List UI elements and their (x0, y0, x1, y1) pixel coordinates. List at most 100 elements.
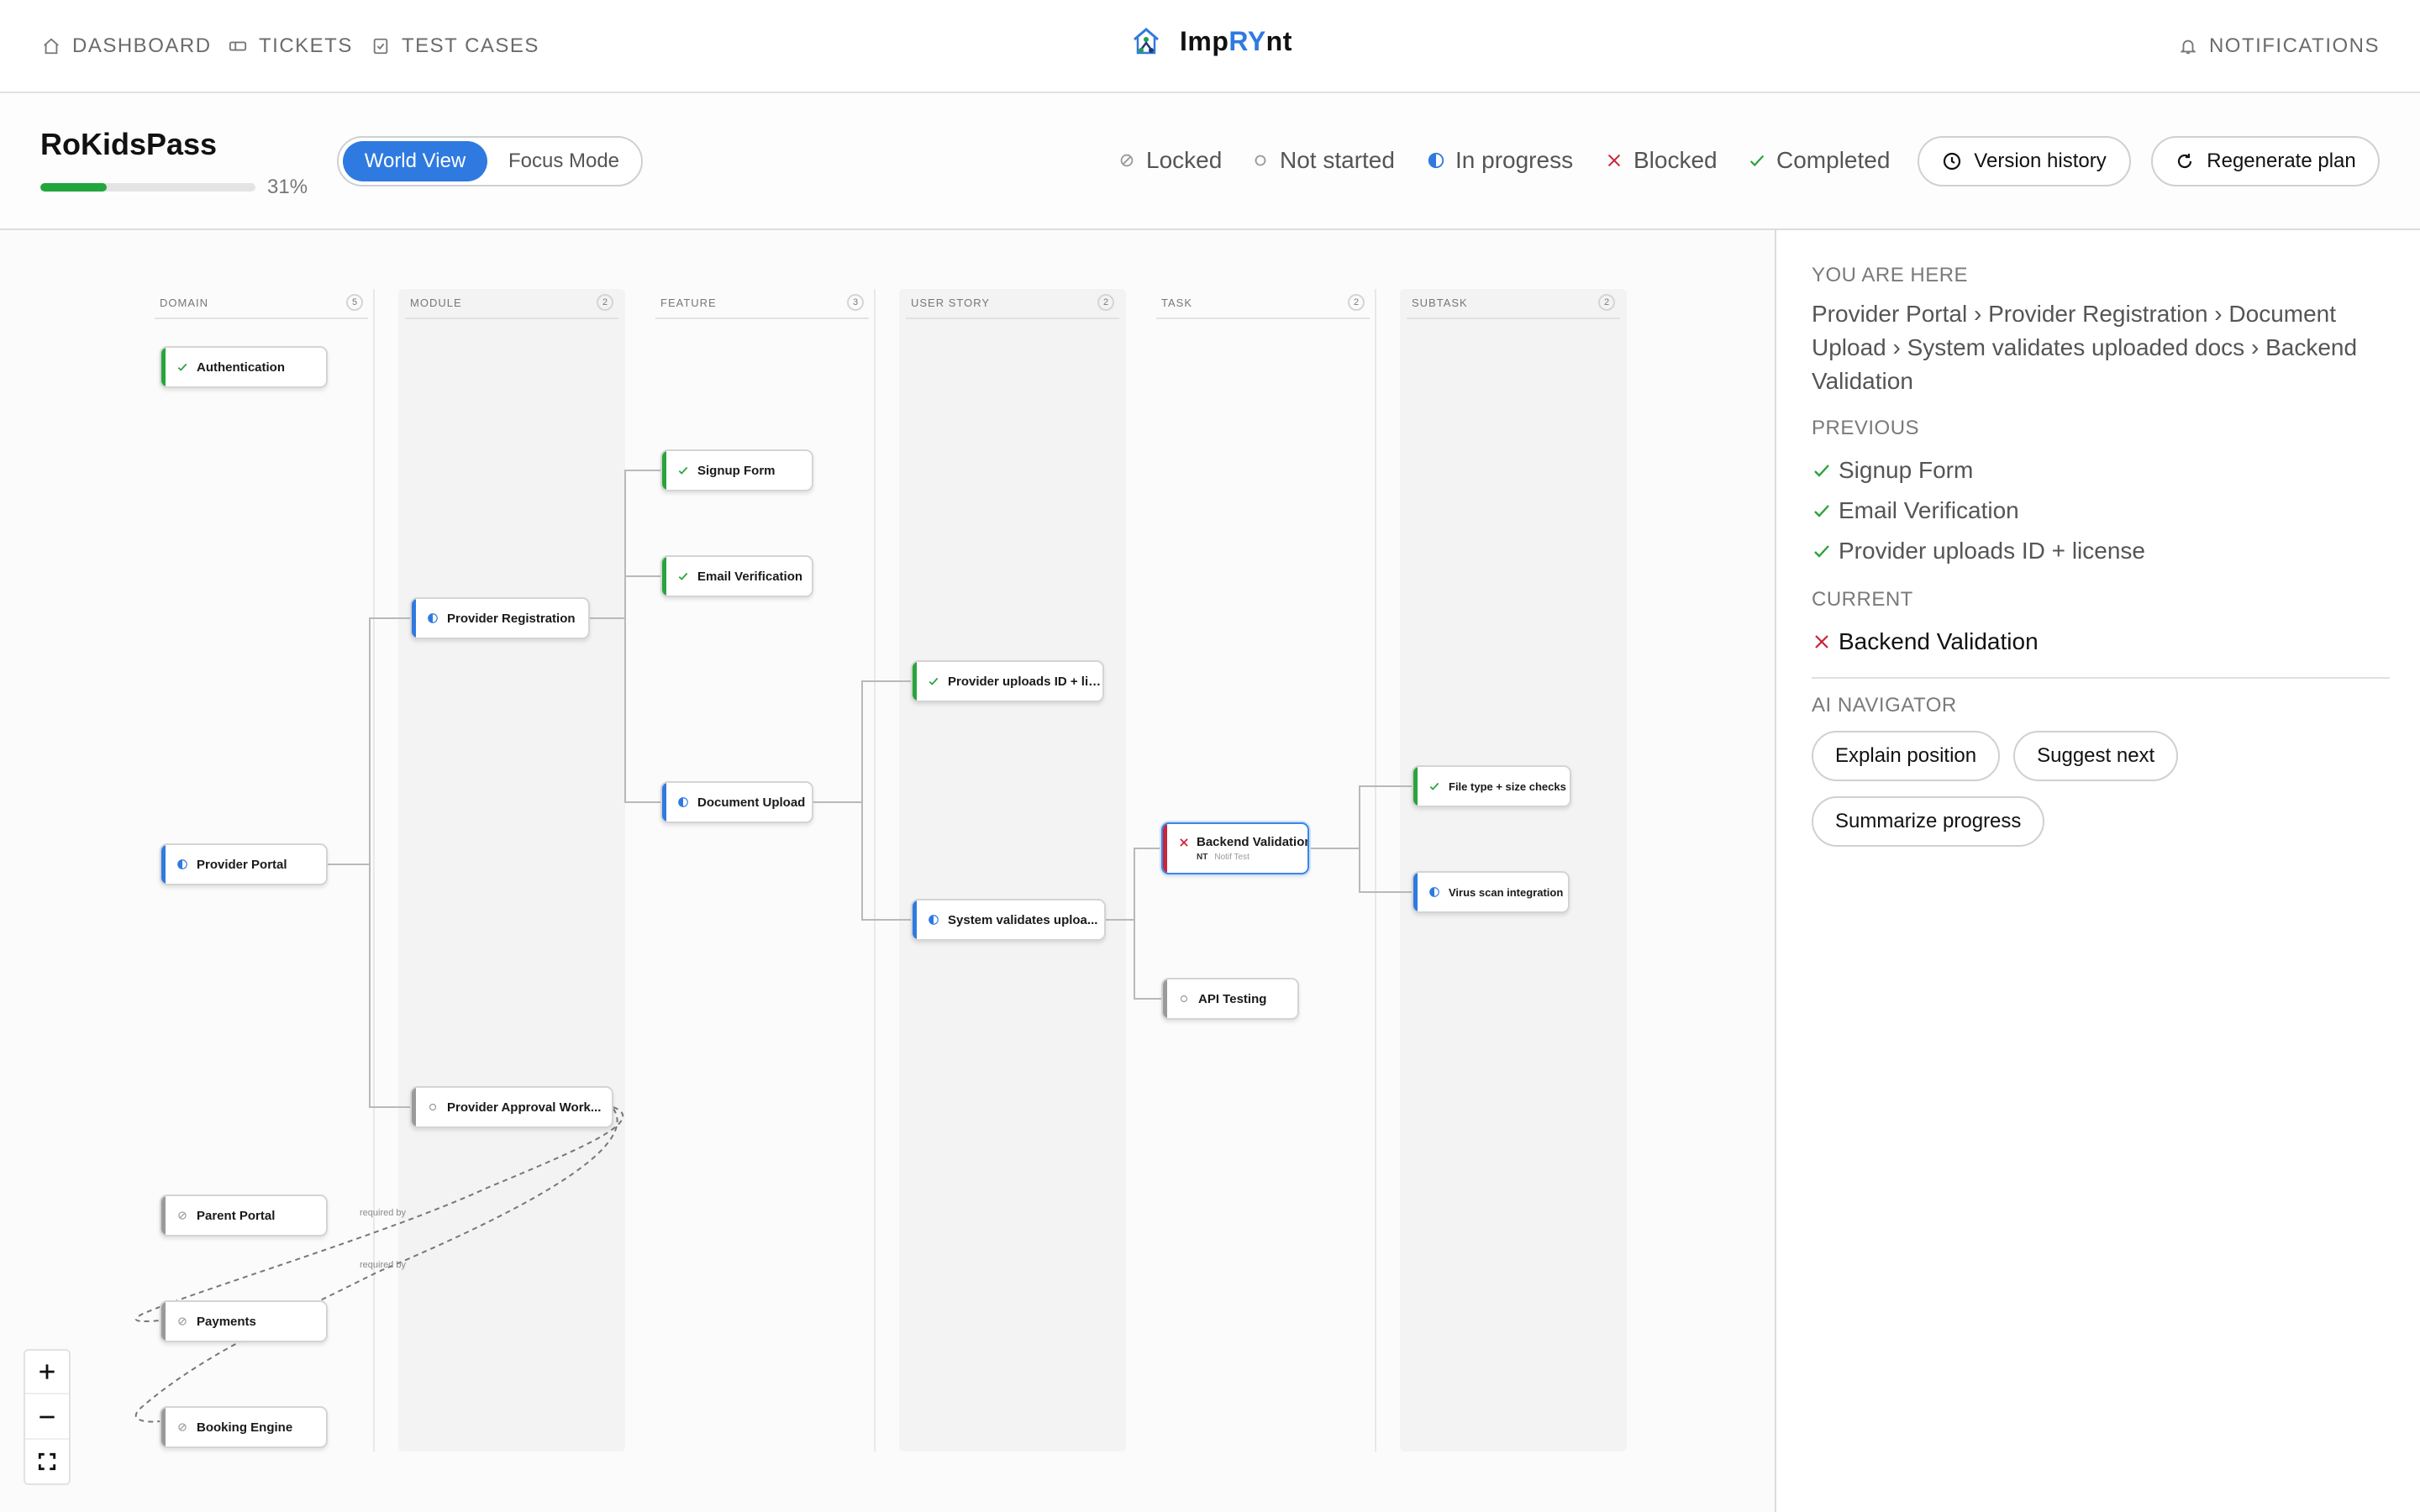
fullscreen-icon (38, 1452, 56, 1471)
world-view-button[interactable]: World View (343, 141, 487, 181)
regenerate-plan-button[interactable]: Regenerate plan (2151, 136, 2380, 186)
clipboard-check-icon (373, 38, 388, 55)
nav-notifications-label: NOTIFICATIONS (2208, 34, 2380, 57)
node-label: System validates uploa... (948, 912, 1098, 927)
brand-highlight: RY (1228, 25, 1266, 56)
nav-dashboard[interactable]: DASHBOARD (42, 32, 212, 60)
node-parent-portal[interactable]: Parent Portal (160, 1194, 328, 1236)
previous-item[interactable]: Email Verification (1812, 491, 2386, 531)
check-icon (1814, 465, 1829, 477)
current-list: Backend Validation (1812, 622, 2386, 662)
node-email-verification[interactable]: Email Verification (660, 555, 813, 597)
bell-icon (2180, 39, 2196, 55)
node-label: Email Verification (697, 569, 803, 584)
version-history-label: Version history (1974, 150, 2107, 172)
edge-label-required-by: required by (360, 1260, 407, 1270)
not-started-icon (1255, 155, 1266, 166)
project-header: RoKidsPass 31% World View Focus Mode Loc… (0, 93, 2420, 230)
previous-heading: PREVIOUS (1812, 417, 1920, 439)
node-signup-form[interactable]: Signup Form (660, 449, 813, 491)
brand-logo[interactable]: ImpRYnt (1129, 22, 1292, 60)
locked-icon (178, 1211, 187, 1220)
summarize-progress-button[interactable]: Summarize progress (1812, 796, 2045, 847)
home-icon (44, 38, 59, 55)
nav-notifications[interactable]: NOTIFICATIONS (2179, 32, 2380, 60)
node-label: Provider Portal (197, 857, 287, 872)
legend-in-progress: In progress (1427, 145, 1573, 176)
assignee-name: Notif Test (1214, 853, 1249, 862)
regenerate-plan-label: Regenerate plan (2207, 150, 2356, 172)
check-icon (929, 677, 939, 685)
node-label: Backend Validation (1197, 835, 1309, 849)
assignee-initials: NT (1197, 853, 1208, 862)
node-payments[interactable]: Payments (160, 1300, 328, 1342)
fit-view-button[interactable] (25, 1440, 69, 1483)
focus-mode-button[interactable]: Focus Mode (492, 141, 636, 181)
node-provider-registration[interactable]: Provider Registration (410, 597, 590, 639)
node-provider-portal[interactable]: Provider Portal (160, 843, 328, 885)
panel-divider (1812, 677, 2390, 679)
node-api-testing[interactable]: API Testing (1161, 978, 1299, 1020)
legend-not-started: Not started (1251, 145, 1395, 176)
zoom-out-button[interactable] (25, 1396, 69, 1440)
project-title: RoKidsPass (40, 127, 218, 161)
edge-portal-approval (369, 864, 412, 1108)
node-document-upload[interactable]: Document Upload (660, 781, 813, 823)
previous-item-label: Email Verification (1839, 497, 2019, 523)
in-progress-icon (1428, 152, 1444, 169)
previous-item[interactable]: Signup Form (1812, 450, 2386, 491)
ai-actions: Explain position Suggest next Summarize … (1812, 731, 2249, 847)
node-label: Authentication (197, 360, 285, 375)
blocked-icon (1815, 635, 1828, 648)
check-icon (678, 572, 688, 580)
locked-icon (1120, 154, 1134, 167)
node-authentication[interactable]: Authentication (160, 346, 328, 388)
edge-portal-registration (328, 617, 412, 865)
check-icon (177, 363, 187, 371)
suggest-next-button[interactable]: Suggest next (2013, 731, 2179, 781)
version-history-button[interactable]: Version history (1918, 136, 2131, 186)
legend-locked: Locked (1118, 145, 1222, 176)
current-heading: CURRENT (1812, 588, 1913, 611)
legend-blocked-label: Blocked (1634, 147, 1718, 173)
brand-name: ImpRYnt (1180, 26, 1292, 57)
legend-in-progress-label: In progress (1455, 147, 1574, 173)
edge-backend-virus (1359, 848, 1413, 893)
in-progress-icon (678, 797, 688, 807)
clock-icon (1944, 152, 1961, 171)
current-item[interactable]: Backend Validation (1812, 622, 2386, 662)
blocked-icon (1180, 837, 1188, 847)
node-system-validates-uploaded-docs[interactable]: System validates uploa... (911, 899, 1106, 941)
node-file-type-size-checks[interactable]: File type + size checks (1412, 765, 1571, 807)
explain-position-button[interactable]: Explain position (1812, 731, 2001, 781)
node-title-row: Backend Validation (1178, 835, 1309, 849)
node-booking-engine[interactable]: Booking Engine (160, 1406, 328, 1448)
in-progress-icon (428, 613, 438, 623)
node-provider-approval-workflow[interactable]: Provider Approval Work... (410, 1086, 613, 1128)
node-label: Booking Engine (197, 1420, 293, 1435)
not-started-icon (429, 1103, 437, 1111)
brand-suffix: nt (1265, 25, 1292, 56)
plan-canvas[interactable]: DOMAIN 5 MODULE 2 FEATURE 3 USER STORY 2… (0, 230, 1775, 1512)
node-label: Signup Form (697, 463, 776, 478)
node-virus-scan-integration[interactable]: Virus scan integration (1412, 871, 1570, 913)
zoom-in-button[interactable] (25, 1351, 69, 1394)
edge-validates-backend (1106, 848, 1163, 921)
previous-item-label: Provider uploads ID + license (1839, 538, 2145, 564)
you-are-here-heading: YOU ARE HERE (1812, 264, 1969, 286)
locked-icon (178, 1317, 187, 1326)
nav-tickets[interactable]: TICKETS (229, 32, 353, 60)
node-provider-uploads-id-license[interactable]: Provider uploads ID + lic... (911, 660, 1104, 702)
not-started-icon (1180, 995, 1188, 1003)
nav-test-cases[interactable]: TEST CASES (371, 32, 539, 60)
previous-item[interactable]: Provider uploads ID + license (1812, 531, 2386, 571)
node-backend-validation[interactable]: Backend Validation NT Notif Test (1161, 822, 1309, 874)
node-label: Provider uploads ID + lic... (948, 674, 1102, 689)
edge-document-validates (861, 802, 913, 921)
node-label: Parent Portal (197, 1208, 276, 1223)
node-label: Document Upload (697, 795, 806, 810)
edge-validates-api (1134, 920, 1163, 1000)
progress-percent: 31% (267, 176, 308, 198)
navigator-panel: YOU ARE HERE Provider Portal › Provider … (1775, 230, 2420, 1512)
ticket-icon (229, 41, 247, 51)
